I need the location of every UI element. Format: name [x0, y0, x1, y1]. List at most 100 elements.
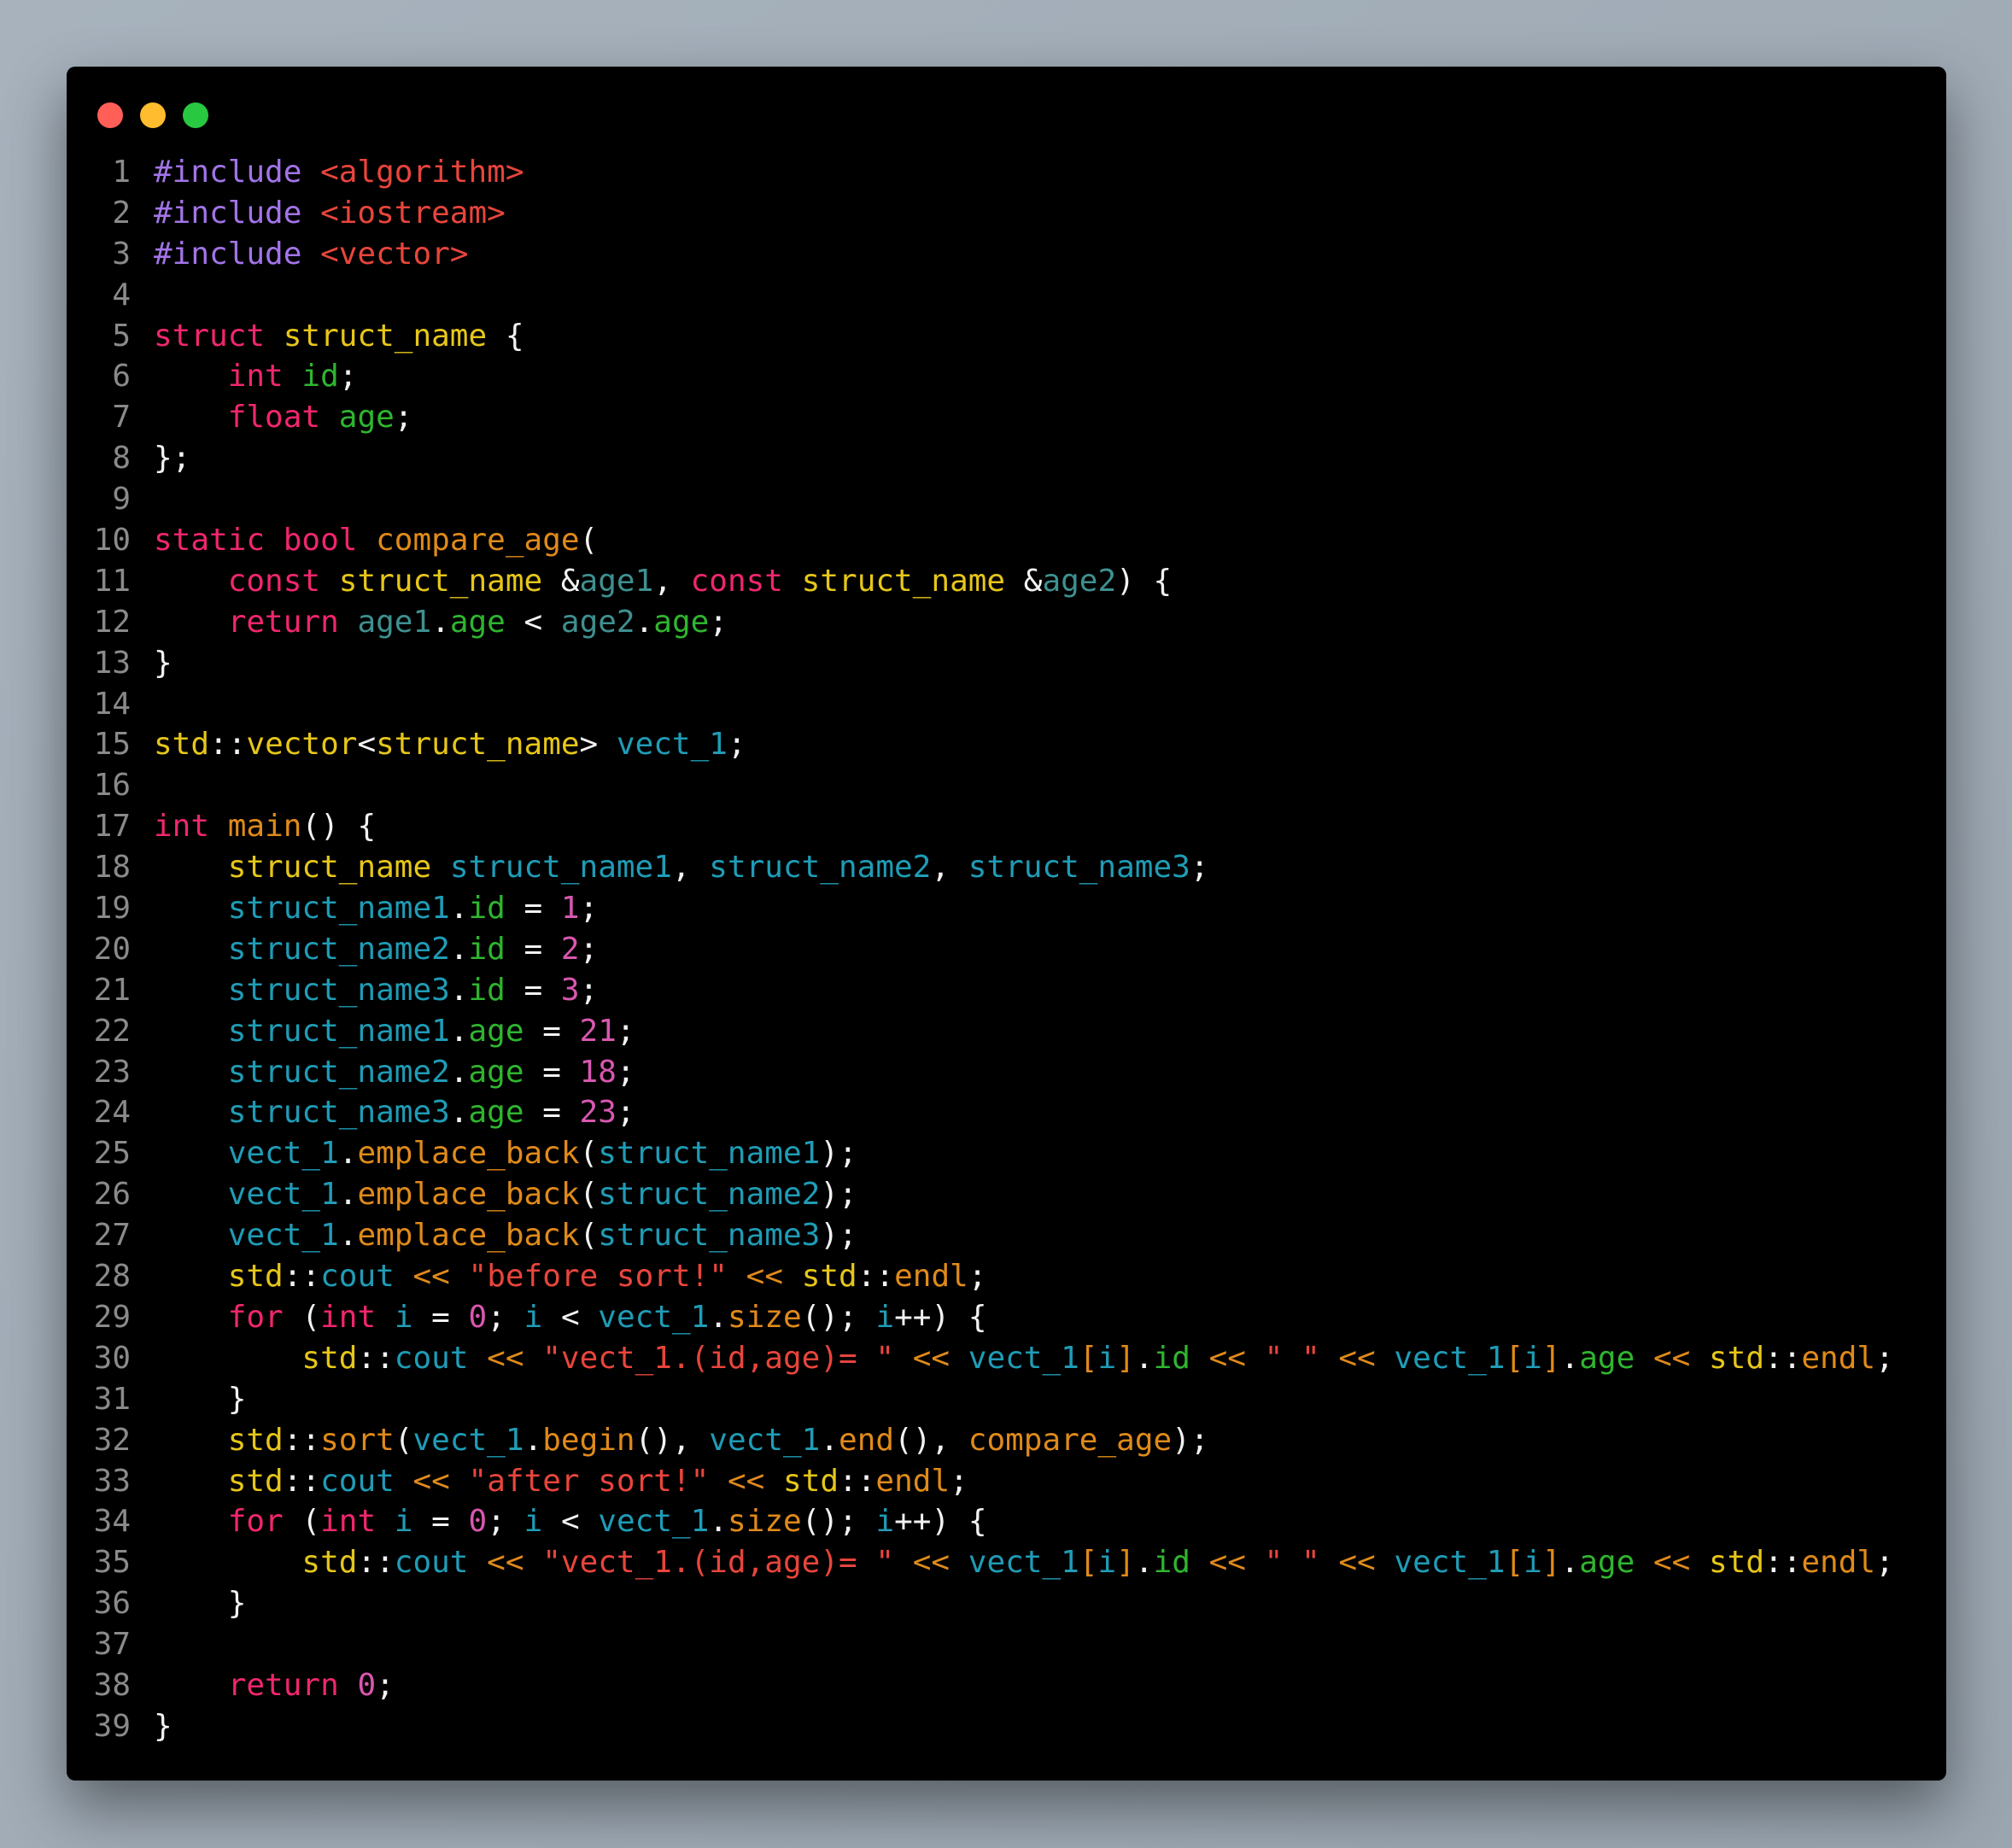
code-token: ::	[1764, 1340, 1802, 1376]
code-token: <<	[912, 1545, 950, 1581]
code-line: 3 #include <vector>	[67, 234, 1894, 275]
code-token: struct_name3	[598, 1218, 821, 1254]
code-token: cout	[320, 1259, 395, 1295]
code-token: compare_age	[968, 1422, 1173, 1458]
code-token: " "	[1264, 1545, 1320, 1581]
code-token: #include	[154, 236, 302, 272]
code-token: std	[783, 1463, 839, 1499]
code-line: 18 struct_name struct_name1, struct_name…	[67, 847, 1894, 888]
code-line: 30 std::cout << "vect_1.(id,age)= " << v…	[67, 1338, 1894, 1379]
code-token: .	[338, 1218, 358, 1254]
code-token: for	[227, 1299, 284, 1335]
code-window: 1 #include <algorithm> 2 #include <iostream…	[67, 67, 1946, 1781]
code-token: return	[227, 1667, 339, 1703]
code-token: ++) {	[894, 1299, 987, 1335]
code-token: std	[154, 727, 210, 763]
code-token: std	[227, 1259, 284, 1295]
code-token: <<	[1208, 1340, 1246, 1376]
line-number: 4	[112, 277, 131, 313]
code-token: struct_name3	[968, 850, 1190, 886]
code-token: ;	[1875, 1545, 1894, 1581]
code-line: 14	[67, 684, 1894, 725]
line-text: struct_name struct_name1, struct_name2, …	[154, 847, 1209, 888]
code-line: 38 return 0;	[67, 1665, 1894, 1706]
code-token: i	[1097, 1545, 1117, 1581]
maximize-button[interactable]	[183, 102, 208, 128]
code-token: age	[468, 1013, 524, 1049]
code-token: struct_name2	[709, 850, 932, 886]
code-token: struct_name1	[598, 1136, 821, 1172]
code-token: .	[820, 1422, 839, 1458]
code-token: age	[338, 400, 395, 436]
code-token: " "	[1264, 1340, 1320, 1376]
code-token: ();	[801, 1299, 876, 1335]
code-token: ;	[394, 400, 413, 436]
code-token: }	[154, 1586, 247, 1622]
code-token: vect_1	[412, 1422, 524, 1458]
code-line: 2 #include <iostream>	[67, 193, 1894, 234]
code-token: size	[728, 1299, 802, 1335]
line-text: vect_1.emplace_back(struct_name1);	[154, 1133, 857, 1174]
code-token: .	[449, 1013, 469, 1049]
code-token: =	[505, 972, 561, 1008]
line-number: 38	[93, 1667, 131, 1703]
code-token: int	[227, 359, 284, 395]
line-number: 33	[93, 1463, 131, 1499]
line-number: 24	[93, 1095, 131, 1131]
code-token: end	[839, 1422, 895, 1458]
code-token: cout	[394, 1545, 469, 1581]
code-token: .	[449, 972, 469, 1008]
line-text: vect_1.emplace_back(struct_name2);	[154, 1174, 857, 1215]
code-token: emplace_back	[357, 1136, 580, 1172]
code-token: age	[449, 604, 506, 640]
minimize-button[interactable]	[140, 102, 166, 128]
code-token: ::	[209, 727, 247, 763]
code-token: <	[357, 727, 377, 763]
code-token: ;	[376, 1667, 395, 1703]
code-token: struct_name1	[449, 850, 672, 886]
code-token: i	[523, 1504, 543, 1540]
line-text: struct_name3.age = 23;	[154, 1092, 635, 1133]
code-token: (	[394, 1422, 413, 1458]
code-token: =	[523, 1054, 580, 1090]
code-token: bool	[283, 523, 358, 558]
code-line: 11 const struct_name &age1, const struct…	[67, 561, 1894, 602]
code-token: struct_name	[801, 563, 1006, 599]
code-token: .	[635, 604, 654, 640]
code-token: vect_1	[227, 1218, 339, 1254]
code-token: id	[468, 891, 506, 927]
line-number: 10	[93, 523, 131, 558]
code-token: ;	[727, 727, 746, 763]
code-token: =	[505, 891, 561, 927]
line-number: 12	[93, 604, 131, 640]
code-line: 13}	[67, 643, 1894, 684]
code-token: vector	[246, 727, 358, 763]
code-token: std	[227, 1463, 284, 1499]
code-line: 32 std::sort(vect_1.begin(), vect_1.end(…	[67, 1420, 1894, 1461]
code-token: ]	[1116, 1340, 1135, 1376]
code-block: 1 #include <algorithm> 2 #include <iostream…	[67, 152, 1894, 1747]
line-number: 23	[93, 1054, 131, 1090]
code-token: i	[394, 1504, 413, 1540]
code-token: const	[227, 563, 321, 599]
code-line: 4	[67, 275, 1894, 316]
code-line: 19 struct_name1.id = 1;	[67, 888, 1894, 929]
close-button[interactable]	[97, 102, 123, 128]
line-text: for (int i = 0; i < vect_1.size(); i++) …	[154, 1297, 987, 1338]
